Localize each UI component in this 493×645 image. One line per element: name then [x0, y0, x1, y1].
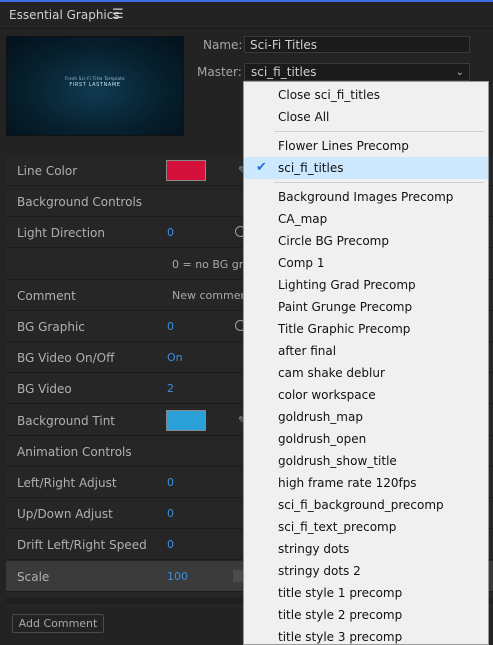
- master-label: Master:: [197, 65, 242, 79]
- panel-header: Essential Graphics ☰: [0, 2, 493, 29]
- property-value[interactable]: 2: [167, 382, 174, 395]
- menu-item[interactable]: Background Images Precomp: [244, 186, 488, 208]
- menu-item-label: title style 3 precomp: [278, 630, 403, 644]
- color-swatch[interactable]: [166, 409, 206, 431]
- menu-item[interactable]: Circle BG Precomp: [244, 230, 488, 252]
- menu-item-label: title style 2 precomp: [278, 608, 403, 622]
- menu-item[interactable]: stringy dots 2: [244, 560, 488, 582]
- property-value[interactable]: 0: [167, 320, 174, 333]
- menu-item-label: after final: [278, 344, 337, 358]
- name-label: Name:: [203, 38, 243, 52]
- thumbnail-title: FIRST LASTNAME: [69, 82, 121, 88]
- menu-item[interactable]: Flower Lines Precomp: [244, 135, 488, 157]
- menu-item-label: sci_fi_text_precomp: [278, 520, 397, 534]
- menu-item[interactable]: high frame rate 120fps: [244, 472, 488, 494]
- property-value[interactable]: On: [167, 351, 183, 364]
- menu-item-label: sci_fi_titles: [278, 161, 344, 175]
- property-label: Up/Down Adjust: [17, 507, 113, 522]
- property-label: Animation Controls: [17, 444, 132, 459]
- menu-item-label: goldrush_open: [278, 432, 367, 446]
- menu-item[interactable]: Title Graphic Precomp: [244, 318, 488, 340]
- comment-text[interactable]: New comment: [172, 289, 252, 302]
- property-label: BG Video: [17, 382, 72, 397]
- property-label: BG Graphic: [17, 320, 85, 334]
- property-label: Left/Right Adjust: [17, 476, 117, 490]
- property-label: Background Controls: [17, 195, 143, 210]
- thumbnail-subtitle: Fresh Sci-Fi Title Template: [65, 76, 125, 81]
- property-label: Line Color: [17, 164, 78, 178]
- menu-item[interactable]: CA_map: [244, 208, 488, 230]
- menu-item[interactable]: goldrush_open: [244, 428, 488, 450]
- menu-item-label: stringy dots 2: [278, 564, 361, 578]
- hamburger-icon[interactable]: ☰: [112, 7, 124, 22]
- menu-item-label: Lighting Grad Precomp: [278, 278, 416, 292]
- menu-item-label: Paint Grunge Precomp: [278, 300, 413, 314]
- property-value[interactable]: 0: [167, 226, 174, 239]
- menu-item-label: cam shake deblur: [278, 366, 385, 380]
- property-label: Scale: [17, 569, 50, 584]
- menu-item[interactable]: sci_fi_text_precomp: [244, 516, 488, 538]
- menu-item-label: CA_map: [278, 212, 328, 226]
- menu-item[interactable]: stringy dots: [244, 538, 488, 560]
- menu-separator: [274, 182, 484, 183]
- master-select[interactable]: sci_fi_titles ⌄: [244, 63, 470, 81]
- menu-item[interactable]: title style 3 precomp: [244, 626, 488, 644]
- menu-item-label: title style 1 precomp: [278, 586, 403, 600]
- menu-item[interactable]: cam shake deblur: [244, 362, 488, 384]
- property-label: BG Video On/Off: [17, 351, 115, 366]
- name-input[interactable]: Sci-Fi Titles: [244, 36, 470, 53]
- property-value[interactable]: 0: [167, 476, 174, 489]
- menu-item[interactable]: goldrush_show_title: [244, 450, 488, 472]
- menu-item[interactable]: Close sci_fi_titles: [244, 84, 488, 106]
- menu-item-label: goldrush_show_title: [278, 454, 397, 468]
- menu-item-label: color workspace: [278, 388, 376, 402]
- menu-item-label: Flower Lines Precomp: [278, 139, 409, 153]
- menu-item[interactable]: Close All: [244, 106, 488, 128]
- menu-item-label: Comp 1: [278, 256, 325, 270]
- property-label: Light Direction: [17, 226, 105, 241]
- template-thumbnail: Fresh Sci-Fi Title Template FIRST LASTNA…: [6, 36, 184, 136]
- color-swatch[interactable]: [166, 160, 206, 181]
- menu-item[interactable]: Paint Grunge Precomp: [244, 296, 488, 318]
- master-dropdown-menu: Close sci_fi_titles Close All Flower Lines…: [243, 81, 489, 645]
- menu-item[interactable]: sci_fi_background_precomp: [244, 494, 488, 516]
- menu-item[interactable]: title style 1 precomp: [244, 582, 488, 604]
- menu-item-label: high frame rate 120fps: [278, 476, 417, 490]
- add-comment-button[interactable]: Add Comment: [12, 614, 104, 633]
- menu-item[interactable]: color workspace: [244, 384, 488, 406]
- menu-item[interactable]: title style 2 precomp: [244, 604, 488, 626]
- panel-title[interactable]: Essential Graphics: [9, 8, 120, 22]
- menu-item[interactable]: after final: [244, 340, 488, 362]
- property-value[interactable]: 0: [167, 507, 174, 520]
- property-value[interactable]: 100: [167, 570, 188, 583]
- property-label: Comment: [17, 288, 76, 303]
- menu-item-label: sci_fi_background_precomp: [278, 498, 444, 512]
- menu-item-label: stringy dots: [278, 542, 350, 556]
- master-select-value: sci_fi_titles: [251, 65, 317, 79]
- property-value[interactable]: 0: [167, 538, 174, 551]
- menu-item-label: Circle BG Precomp: [278, 234, 389, 248]
- menu-item-label: Close All: [278, 110, 330, 124]
- menu-item[interactable]: ✔ sci_fi_titles: [244, 157, 488, 179]
- property-label: Drift Left/Right Speed: [17, 538, 147, 553]
- menu-item[interactable]: goldrush_map: [244, 406, 488, 428]
- menu-item-label: Close sci_fi_titles: [278, 88, 380, 102]
- menu-item-label: goldrush_map: [278, 410, 363, 424]
- note-text: 0 = no BG gra: [172, 257, 251, 271]
- menu-item-label: Background Images Precomp: [278, 190, 454, 204]
- menu-item[interactable]: Lighting Grad Precomp: [244, 274, 488, 296]
- checkmark-icon: ✔: [256, 160, 267, 175]
- menu-item-label: Title Graphic Precomp: [278, 322, 411, 336]
- menu-item[interactable]: Comp 1: [244, 252, 488, 274]
- menu-separator: [274, 131, 484, 132]
- property-label: Background Tint: [17, 413, 116, 428]
- chevron-down-icon: ⌄: [455, 67, 464, 78]
